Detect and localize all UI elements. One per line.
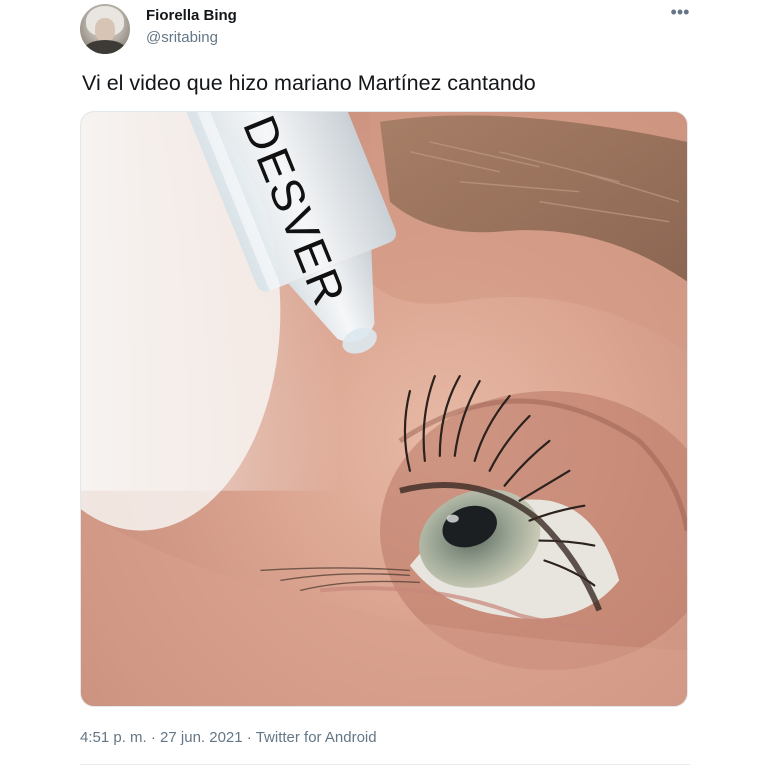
more-options-icon[interactable]: ••• [668,0,692,24]
meta-separator-2: · [246,729,252,746]
tweet-image[interactable]: DESVER [80,111,688,707]
tweet-source[interactable]: Twitter for Android [256,729,377,746]
meta-separator: · [150,729,156,746]
tweet-card: Fiorella Bing @sritabing ••• Vi el video… [0,0,768,768]
avatar[interactable] [80,4,130,54]
avatar-shoulders [84,40,126,54]
eye-drop-photo: DESVER [81,112,687,706]
divider [80,764,690,765]
author-display-name[interactable]: Fiorella Bing [146,7,237,24]
tweet-metadata: 4:51 p. m. · 27 jun. 2021 · Twitter for … [80,729,377,746]
author-handle[interactable]: @sritabing [146,29,218,46]
tweet-date[interactable]: 27 jun. 2021 [160,729,243,746]
avatar-face [95,18,115,42]
tweet-time[interactable]: 4:51 p. m. [80,729,147,746]
tweet-text: Vi el video que hizo mariano Martínez ca… [82,71,536,95]
